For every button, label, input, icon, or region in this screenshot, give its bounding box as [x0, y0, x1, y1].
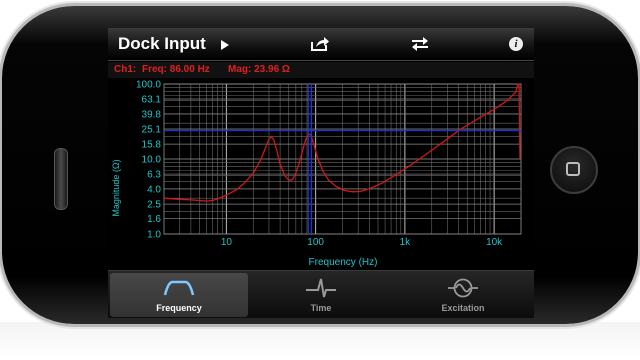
tab-time[interactable]: Time: [252, 273, 390, 317]
y-tick-label: 39.8: [142, 110, 162, 121]
tab-label: Time: [310, 303, 332, 313]
impedance-plot[interactable]: 100.0 63.1 39.8 25.1 15.8 10.0 6.3 4.0 2.5 1.6 1.0…: [108, 78, 534, 268]
y-tick-label: 25.1: [142, 125, 162, 136]
navigation-bar: Dock Input i: [108, 28, 534, 61]
home-button[interactable]: [550, 146, 598, 194]
plot-svg: 100.0 63.1 39.8 25.1 15.8 10.0 6.3 4.0 2.5 1.6 1.0…: [111, 80, 522, 268]
tab-excitation[interactable]: Excitation: [394, 273, 532, 317]
x-tick-label: 100: [307, 237, 324, 248]
earpiece-speaker: [54, 148, 68, 210]
info-icon[interactable]: i: [509, 37, 523, 51]
x-tick-label: 10k: [486, 237, 503, 248]
tab-label: Excitation: [441, 303, 485, 313]
time-icon: [306, 278, 336, 298]
x-tick-label: 1k: [400, 237, 412, 248]
excitation-icon: [448, 278, 478, 298]
play-icon[interactable]: [221, 40, 229, 50]
swap-arrows-icon[interactable]: [411, 36, 429, 52]
y-tick-label: 63.1: [142, 94, 162, 105]
y-tick-label: 1.0: [147, 230, 161, 241]
tab-frequency[interactable]: Frequency: [110, 273, 248, 317]
tab-label: Frequency: [156, 303, 202, 313]
home-square-icon: [566, 162, 580, 176]
y-tick-label: 6.3: [147, 170, 161, 181]
y-tick-label: 15.8: [142, 140, 162, 151]
grid-layer: [163, 83, 522, 235]
cursor-readout: Ch1: Freq: 86.00 Hz Mag: 23.96 Ω: [108, 62, 534, 78]
app-screen: Dock Input i Ch1: Freq: 86.00 Hz Mag: 23…: [108, 28, 534, 318]
y-tick-label: 1.6: [147, 214, 161, 225]
x-tick-label: 10: [221, 237, 233, 248]
y-tick-label: 2.5: [147, 200, 161, 211]
x-axis-label: Frequency (Hz): [309, 257, 378, 268]
readout-channel: Ch1:: [114, 64, 137, 75]
input-source-title[interactable]: Dock Input: [118, 34, 206, 54]
floor-reflection: [0, 322, 640, 360]
readout-frequency: Freq: 86.00 Hz: [142, 64, 210, 75]
share-icon[interactable]: [310, 36, 330, 52]
tab-bar: Frequency Time Excitation: [108, 270, 534, 318]
y-axis-label: Magnitude (Ω): [111, 159, 121, 216]
y-tick-label: 10.0: [142, 155, 162, 166]
y-tick-label: 4.0: [147, 184, 161, 195]
readout-magnitude: Mag: 23.96 Ω: [228, 64, 290, 75]
y-tick-label: 100.0: [136, 80, 161, 91]
frequency-icon: [163, 280, 195, 296]
